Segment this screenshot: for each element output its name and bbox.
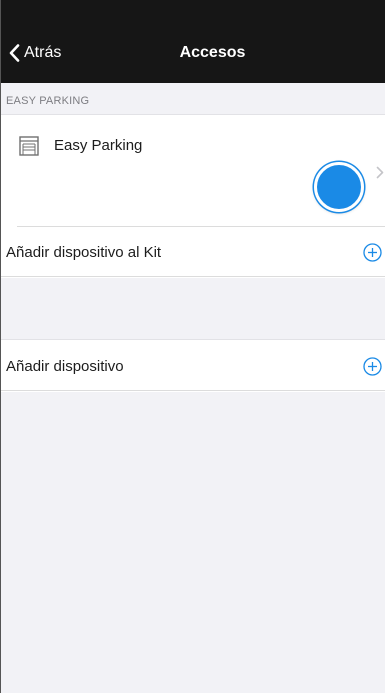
add-device-to-kit-label: Añadir dispositivo al Kit [6,244,162,261]
toggle-button[interactable] [314,162,364,212]
add-device-row[interactable]: Añadir dispositivo [1,341,385,391]
add-device-to-kit-row[interactable]: Añadir dispositivo al Kit [1,227,385,277]
section-header: EASY PARKING [1,83,385,115]
page-title: Accesos [179,44,246,61]
window-edge [0,0,1,693]
add-circle-icon[interactable] [363,243,382,262]
add-device-label: Añadir dispositivo [6,358,124,375]
empty-content-area [1,392,385,693]
device-name: Easy Parking [54,137,143,154]
section-gap [1,278,385,340]
section-header-label: EASY PARKING [6,95,90,107]
garage-door-icon [19,136,39,156]
add-circle-icon[interactable] [363,357,382,376]
app-screen: Atrás Accesos EASY PARKING Easy Parking … [0,0,385,693]
navigation-bar: Atrás Accesos [0,0,385,83]
device-row-easy-parking[interactable]: Easy Parking [1,116,385,226]
chevron-right-icon [376,166,384,179]
